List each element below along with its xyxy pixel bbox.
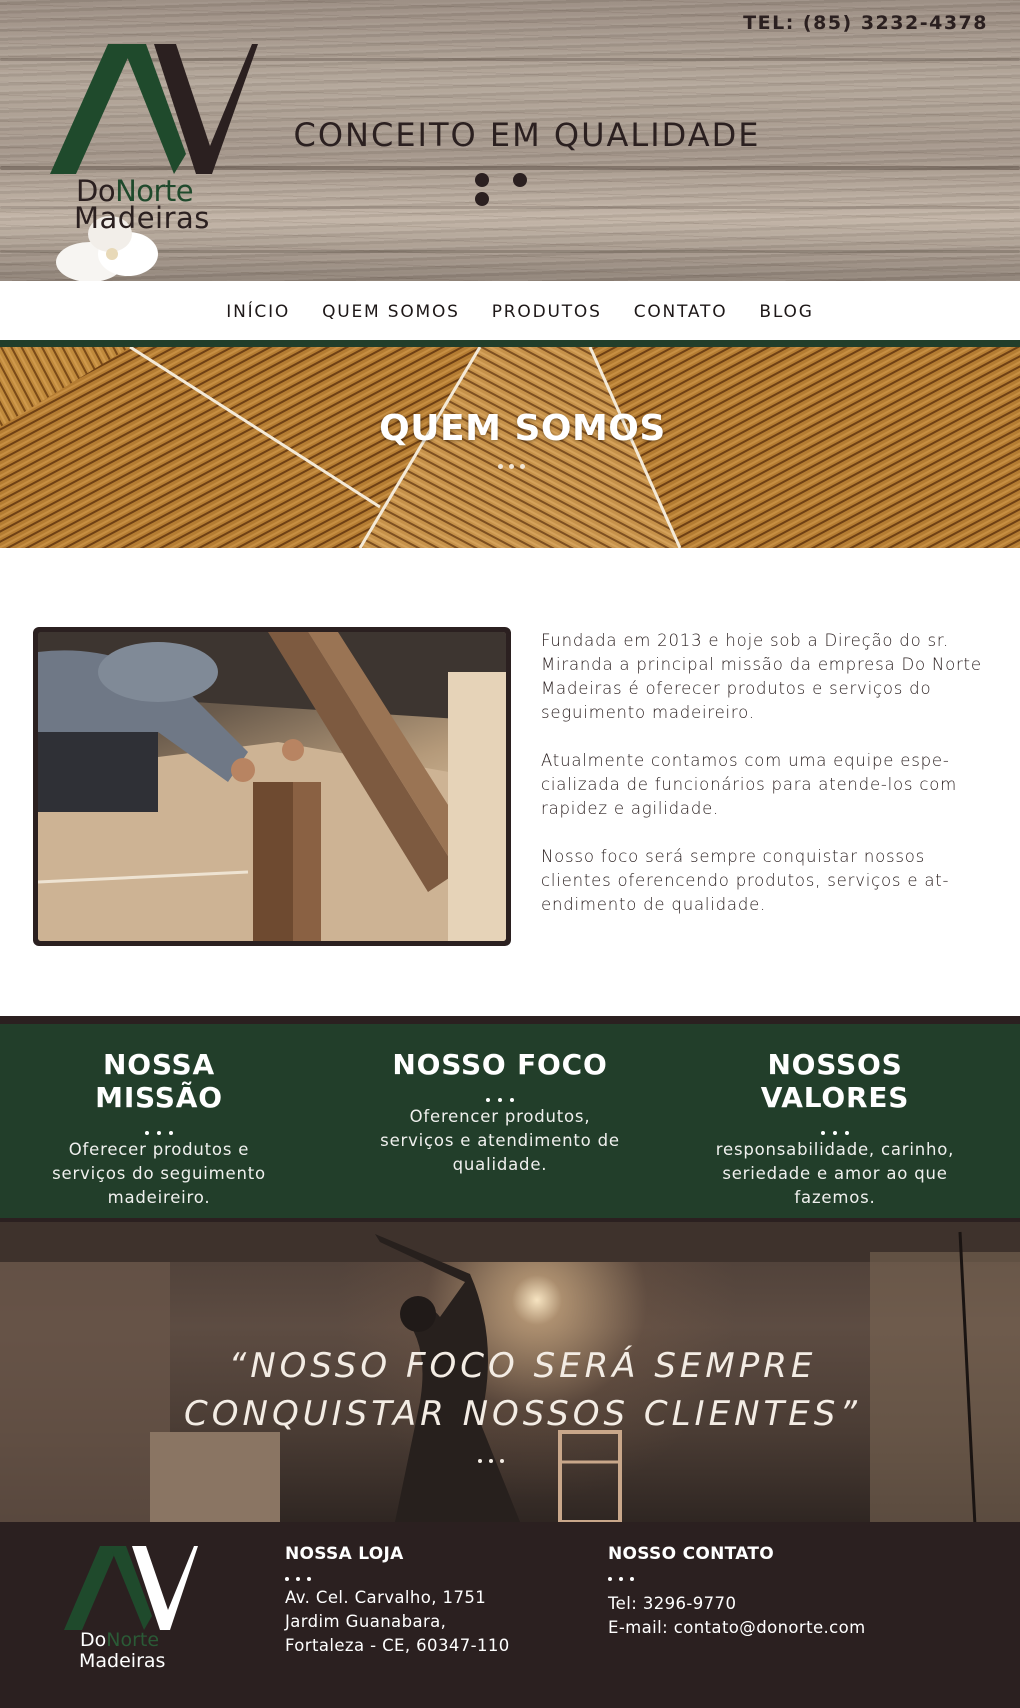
- logo-word-do: Do: [80, 1629, 107, 1651]
- logo-word-norte: Norte: [106, 1629, 160, 1651]
- values-section: NOSSA MISSÃO Oferecer produtos e serviço…: [0, 1016, 1020, 1218]
- footer-logo-line2: Madeiras: [79, 1650, 166, 1672]
- quote-dots: [478, 1448, 511, 1467]
- quote-section: “NOSSO FOCO SERÁ SEMPRE CONQUISTAR NOSSO…: [0, 1218, 1020, 1522]
- banner-title: QUEM SOMOS: [379, 408, 666, 449]
- about-text: Fundada em 2013 e hoje sob a Direção do …: [541, 629, 991, 941]
- store-info: NOSSA LOJA Av. Cel. Carvalho, 1751 Jardi…: [285, 1544, 510, 1658]
- focus-column: NOSSO FOCO Oferencer produtos, serviços …: [380, 1048, 620, 1177]
- contact-email[interactable]: E-mail: contato@donorte.com: [608, 1616, 866, 1640]
- nav-item-inicio[interactable]: INÍCIO: [226, 302, 290, 322]
- nav-item-produtos[interactable]: PRODUTOS: [492, 302, 602, 322]
- column-dots: [690, 1120, 980, 1135]
- column-text: responsabilidade, carinho, seriedade e a…: [715, 1140, 955, 1207]
- carpenter-photo-illustration: [38, 632, 506, 941]
- column-title: NOSSOS VALORES: [760, 1048, 910, 1114]
- main-navigation: INÍCIO QUEM SOMOS PRODUTOS CONTATO BLOG: [0, 281, 1020, 340]
- column-dots: [34, 1120, 284, 1135]
- nav-divider: [0, 340, 1020, 347]
- logo-text-line2: Madeiras: [74, 201, 210, 235]
- nav-item-quem-somos[interactable]: QUEM SOMOS: [322, 302, 460, 322]
- column-title: NOSSO FOCO: [392, 1048, 608, 1081]
- column-title: NOSSA MISSÃO: [95, 1048, 223, 1114]
- about-paragraph: Fundada em 2013 e hoje sob a Direção do …: [541, 631, 982, 722]
- nav-item-blog[interactable]: BLOG: [759, 302, 813, 322]
- header-phone[interactable]: TEL: (85) 3232-4378: [743, 12, 988, 34]
- quote-line: “NOSSO FOCO SERÁ SEMPRE: [228, 1346, 817, 1386]
- about-photo-frame: [33, 627, 511, 946]
- footer-dots: [608, 1566, 866, 1581]
- carpenter-photo: [38, 632, 506, 941]
- header-tagline: CONCEITO EM QUALIDADE: [293, 116, 761, 154]
- store-address-line: Jardim Guanabara,: [285, 1612, 447, 1631]
- banner-dots: [498, 454, 531, 473]
- store-address-line: Fortaleza - CE, 60347-110: [285, 1636, 510, 1655]
- mission-column: NOSSA MISSÃO Oferecer produtos e serviço…: [34, 1048, 284, 1210]
- values-column: NOSSOS VALORES responsabilidade, carinho…: [690, 1048, 980, 1210]
- store-title: NOSSA LOJA: [285, 1544, 404, 1564]
- contact-info: NOSSO CONTATO Tel: 3296-9770 E-mail: con…: [608, 1544, 866, 1640]
- nav-item-contato[interactable]: CONTATO: [634, 302, 728, 322]
- store-address-line: Av. Cel. Carvalho, 1751: [285, 1588, 487, 1607]
- footer-logo-line1: DoNorte: [80, 1629, 159, 1651]
- quote-text: “NOSSO FOCO SERÁ SEMPRE CONQUISTAR NOSSO…: [0, 1342, 1020, 1438]
- tagline-dots: [475, 172, 575, 206]
- site-footer: DoNorte Madeiras NOSSA LOJA Av. Cel. Car…: [0, 1522, 1020, 1708]
- quote-line: CONQUISTAR NOSSOS CLIENTES”: [184, 1394, 861, 1434]
- column-text: Oferecer produtos e serviços do seguimen…: [52, 1140, 266, 1207]
- column-text: Oferencer produtos, serviços e atendimen…: [380, 1107, 620, 1174]
- column-dots: [380, 1087, 620, 1102]
- about-paragraph: Nosso foco será sempre conquistar nossos…: [541, 847, 950, 914]
- site-header: TEL: (85) 3232-4378 DoNorte Madeiras CON…: [0, 0, 1020, 281]
- about-paragraph: Atualmente contamos com uma equipe espe-…: [541, 751, 958, 818]
- contact-title: NOSSO CONTATO: [608, 1544, 774, 1564]
- footer-dots: [285, 1566, 510, 1581]
- contact-phone[interactable]: Tel: 3296-9770: [608, 1592, 866, 1616]
